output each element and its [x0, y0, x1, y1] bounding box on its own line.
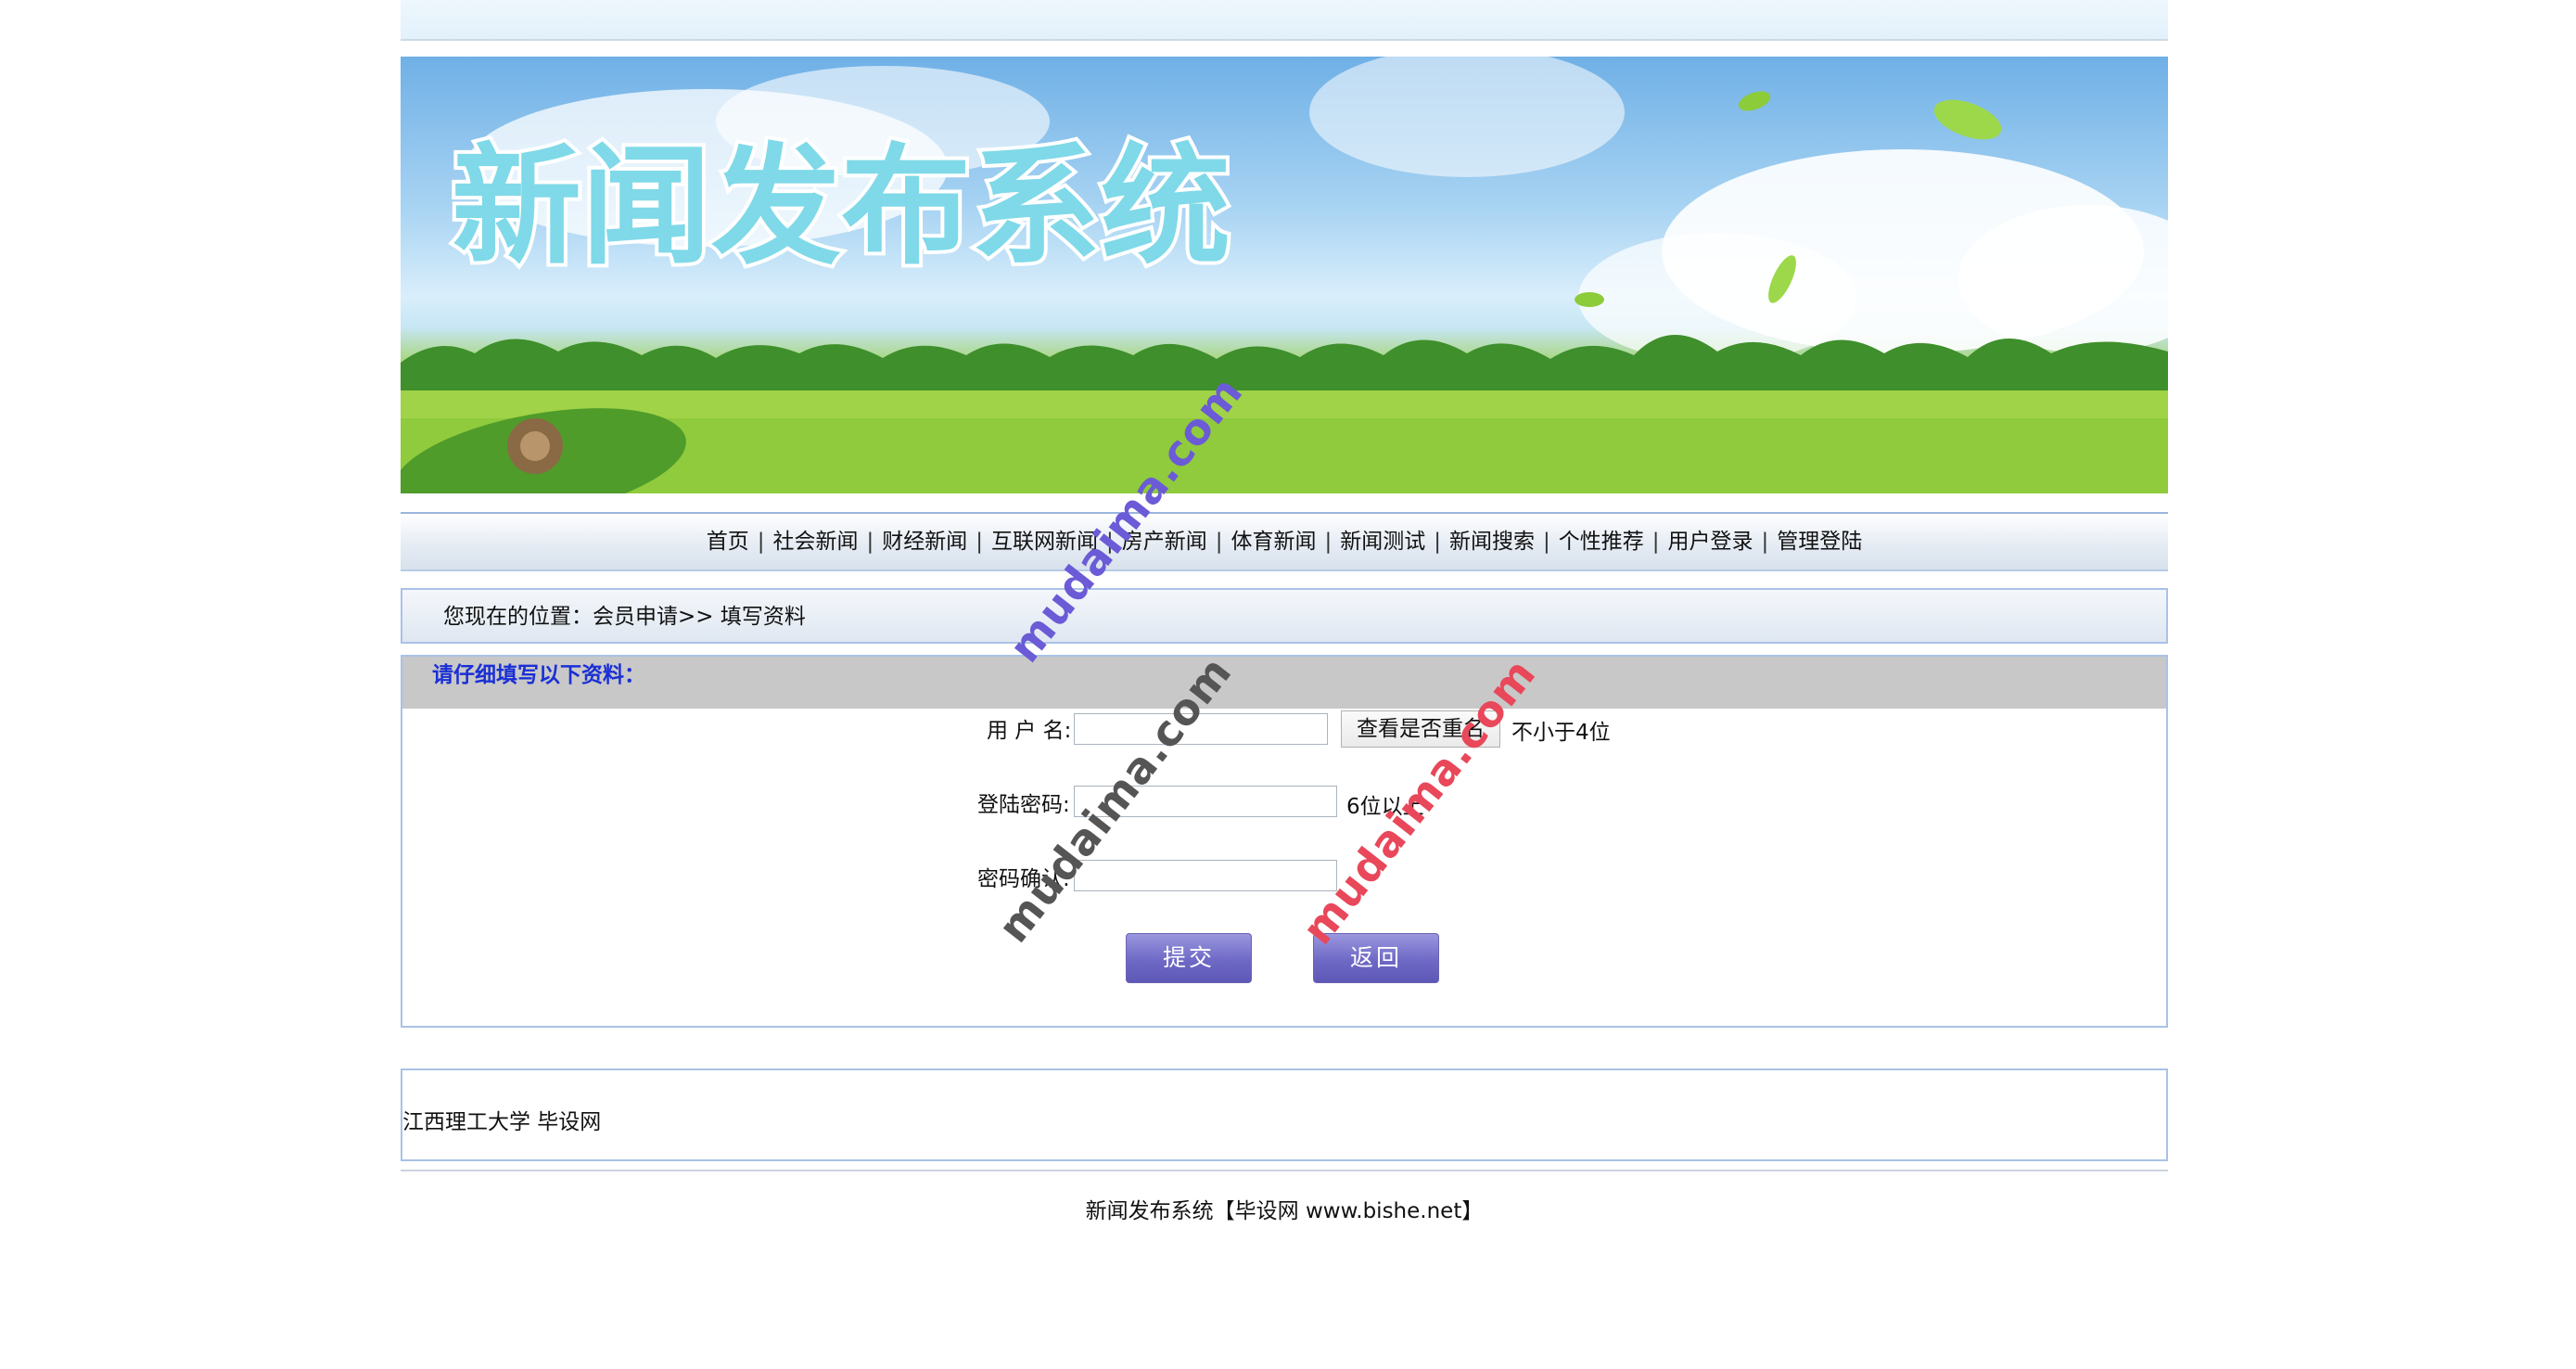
nav-separator: |: [976, 530, 983, 554]
footer-org: 江西理工大学 毕设网: [402, 1110, 602, 1134]
nav-separator: |: [1761, 530, 1769, 554]
footer-divider: [401, 1170, 2168, 1171]
copyright: 新闻发布系统【毕设网 www.bishe.net】: [1085, 1199, 1484, 1223]
nav-separator: |: [866, 530, 874, 554]
nav-separator: |: [1543, 530, 1550, 554]
nav-separator: |: [1651, 530, 1660, 554]
banner-scenery: 新闻发布系统: [401, 57, 2168, 493]
site-banner: 新闻发布系统: [401, 57, 2168, 493]
footer-box: 江西理工大学 毕设网: [401, 1068, 2168, 1161]
breadcrumb-text: 您现在的位置：会员申请>> 填写资料: [443, 605, 806, 629]
password-label: 登陆密码:: [977, 793, 1070, 817]
form-header: 请仔细填写以下资料：: [402, 657, 2166, 709]
nav-separator: |: [757, 530, 765, 554]
username-label: 用 户 名:: [987, 719, 1072, 743]
nav-item[interactable]: 管理登陆: [1768, 514, 1870, 569]
nav-item[interactable]: 个性推荐: [1550, 514, 1652, 569]
nav-item[interactable]: 首页: [698, 514, 758, 569]
page: 新闻发布系统 首页 | 社会新闻 | 财经新闻 | 互联网新闻 | 房产新闻 | 体育新闻 | 新闻测试…: [0, 0, 2576, 1369]
nav-item[interactable]: 体育新闻: [1223, 514, 1325, 569]
nav-item[interactable]: 社会新闻: [765, 514, 867, 569]
register-form: 请仔细填写以下资料： 用 户 名: 查看是否重名 不小于4位 登陆密码: 6位以…: [401, 655, 2168, 1028]
nav-separator: |: [1434, 530, 1441, 554]
banner-title: 新闻发布系统: [452, 132, 1231, 283]
nav-item[interactable]: 财经新闻: [874, 514, 976, 569]
username-hint: 不小于4位: [1511, 721, 1611, 745]
nav-item[interactable]: 新闻搜索: [1441, 514, 1543, 569]
nav-separator: |: [1324, 530, 1333, 554]
nav-item[interactable]: 用户登录: [1660, 514, 1762, 569]
top-strip: [401, 0, 2168, 41]
nav-item[interactable]: 新闻测试: [1332, 514, 1434, 569]
main-nav: 首页 | 社会新闻 | 财经新闻 | 互联网新闻 | 房产新闻 | 体育新闻 | 新闻测试 | 新闻搜索 | 个…: [401, 512, 2168, 571]
breadcrumb: 您现在的位置：会员申请>> 填写资料: [401, 588, 2168, 644]
nav-separator: |: [1215, 530, 1223, 554]
form-header-title: 请仔细填写以下资料：: [432, 663, 645, 687]
submit-button[interactable]: 提交: [1126, 933, 1252, 983]
confirm-password-input[interactable]: [1074, 860, 1337, 891]
